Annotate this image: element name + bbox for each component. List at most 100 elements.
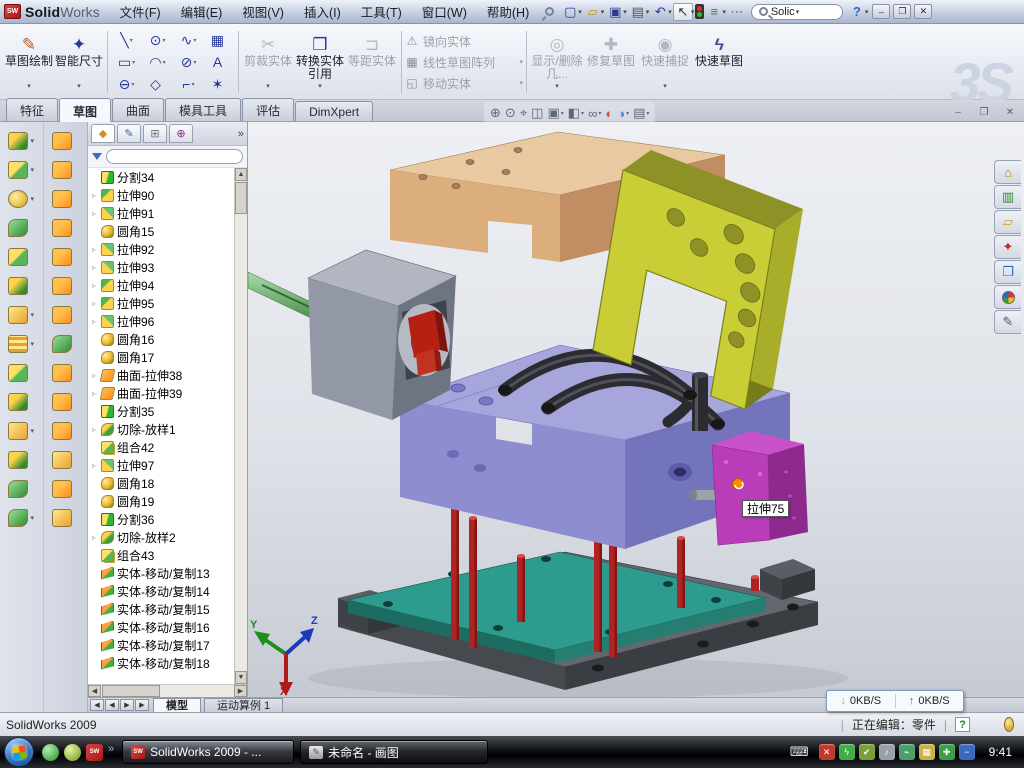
toolbar-button[interactable]: ▾	[52, 509, 78, 527]
model-slide-block[interactable]	[712, 431, 808, 545]
toolbar-button[interactable]: ▾	[52, 422, 78, 440]
expand-arrow-icon[interactable]: ▹	[90, 371, 98, 380]
sketch-entity-button[interactable]: ▦▾	[204, 29, 235, 51]
sketch-entity-button[interactable]: ⊘▾	[173, 51, 204, 73]
scene-icon[interactable]: ◑▾	[617, 106, 629, 121]
print-caret[interactable]: ▾	[646, 8, 650, 16]
expand-arrow-icon[interactable]: ▹	[90, 389, 98, 398]
tree-item[interactable]: ▹ 圆角18	[90, 474, 234, 492]
appearance-icon[interactable]: ◐	[605, 106, 613, 121]
sketch-entity-button[interactable]: ∿▾	[173, 29, 204, 51]
tree-item[interactable]: ▹ 分割36	[90, 510, 234, 528]
expand-arrow-icon[interactable]: ▹	[90, 281, 98, 290]
tree-item[interactable]: ▹ 实体-移动/复制16	[90, 618, 234, 636]
taskbar-window-solidworks[interactable]: SW SolidWorks 2009 - ...	[122, 740, 294, 764]
expand-arrow-icon[interactable]: ▹	[90, 317, 98, 326]
tree-item[interactable]: ▹ 圆角15	[90, 222, 234, 240]
expand-arrow-icon[interactable]: ▹	[90, 209, 98, 218]
tray-icon[interactable]: ⌁	[899, 744, 915, 760]
restore-button[interactable]: ❐	[893, 4, 911, 19]
quick-tips-icon[interactable]: ?	[955, 717, 970, 732]
options-caret[interactable]: ▾	[722, 8, 726, 16]
tray-icon[interactable]: ✕	[819, 744, 835, 760]
view-orientation-icon[interactable]: ▣▾	[547, 105, 563, 121]
menu-item[interactable]: 插入(I)	[302, 0, 343, 23]
print-icon[interactable]: ▤	[628, 3, 648, 21]
tree-item[interactable]: ▹ 切除-放样1	[90, 420, 234, 438]
nav-first-button[interactable]: ◀	[90, 699, 104, 711]
help-caret[interactable]: ▾	[865, 8, 869, 16]
expand-arrow-icon[interactable]: ▹	[90, 191, 98, 200]
tree-item[interactable]: ▹ 组合42	[90, 438, 234, 456]
toolbar-button[interactable]: ▾	[52, 364, 78, 382]
tool-caret[interactable]: ▾	[266, 82, 270, 90]
quick-launch-messenger-icon[interactable]	[42, 744, 59, 761]
expand-arrow-icon[interactable]: ▹	[90, 263, 98, 272]
undo-icon[interactable]: ↶	[650, 3, 670, 21]
zoom-fit-icon[interactable]: ⊕	[490, 105, 501, 121]
toolbar-button[interactable]: ▾	[8, 422, 34, 440]
toolbar-overflow-icon[interactable]: ⋯	[727, 3, 747, 21]
tree-item[interactable]: ▹ 实体-移动/复制18	[90, 654, 234, 672]
ribbon-tab[interactable]: 模具工具	[165, 98, 241, 121]
scrollbar-thumb[interactable]	[235, 182, 247, 214]
toolbox-icon[interactable]: ✦	[994, 235, 1021, 259]
pattern-tool-button[interactable]: ⚠ 镜向实体 ▾	[405, 31, 523, 51]
tray-icon[interactable]: −	[959, 744, 975, 760]
sketch-utility-button[interactable]: ◉ 快速捕捉 ▾	[638, 27, 692, 97]
dimxpert-manager-tab[interactable]: ⊕	[169, 124, 193, 143]
sketch-entity-button[interactable]: ⊖▾	[111, 73, 142, 95]
toolbar-button[interactable]: ▾	[8, 480, 34, 498]
close-button[interactable]: ✕	[914, 4, 932, 19]
annotation-view-icon[interactable]: ▤▾	[633, 105, 649, 121]
tray-icon[interactable]: ▦	[919, 744, 935, 760]
toolbar-button[interactable]: ▾	[52, 480, 78, 498]
entity-caret[interactable]: ▾	[130, 37, 133, 44]
tree-horizontal-scrollbar[interactable]: ◀ ▶	[88, 684, 247, 697]
menu-item[interactable]: 文件(F)	[118, 0, 163, 23]
menu-item[interactable]: 帮助(H)	[485, 0, 531, 23]
search-input[interactable]: Solic	[771, 6, 795, 18]
entity-caret[interactable]: ▾	[163, 59, 166, 66]
scroll-down-icon[interactable]: ▼	[235, 671, 247, 684]
view-palette-icon[interactable]: ❐	[994, 260, 1021, 284]
expand-arrow-icon[interactable]: ▹	[90, 461, 98, 470]
toolbar-button[interactable]: ▾	[8, 451, 34, 469]
document-tab[interactable]: 运动算例 1	[204, 698, 283, 712]
entity-caret[interactable]: ▾	[132, 59, 135, 66]
sketch-button[interactable]: ✎ 草图绘制 ▾	[4, 27, 54, 97]
entity-caret[interactable]: ▾	[131, 81, 134, 88]
scroll-right-icon[interactable]: ▶	[234, 685, 247, 697]
taskbar-clock[interactable]: 9:41	[989, 745, 1012, 759]
pattern-caret[interactable]: ▾	[519, 79, 523, 87]
taskbar-window-paint[interactable]: ✎ 未命名 - 画图	[300, 740, 488, 764]
tree-item[interactable]: ▹ 拉伸95	[90, 294, 234, 312]
pattern-tool-button[interactable]: ◱ 移动实体 ▾	[405, 73, 523, 93]
utility-caret[interactable]: ▾	[555, 82, 559, 90]
menu-item[interactable]: 编辑(E)	[179, 0, 225, 23]
save-icon[interactable]: ▣	[605, 3, 625, 21]
rotate-view-icon[interactable]: ⌖	[520, 105, 527, 121]
section-view-icon[interactable]: ◫	[531, 105, 543, 121]
sketch-entity-button[interactable]: ▭▾	[111, 51, 142, 73]
doc-restore-button[interactable]: ❐	[974, 104, 994, 120]
graphics-viewport[interactable]: Y Z X	[248, 122, 1024, 697]
undo-caret[interactable]: ▾	[668, 8, 672, 16]
select-caret[interactable]: ▾	[691, 8, 695, 16]
configuration-manager-tab[interactable]: ⊞	[143, 124, 167, 143]
open-icon[interactable]: ▱	[583, 3, 603, 21]
toolbar-caret[interactable]: ▾	[30, 195, 34, 203]
toolbar-button[interactable]: ▾	[52, 451, 78, 469]
toolbar-button[interactable]: ▾	[8, 132, 34, 150]
tree-item[interactable]: ▹ 实体-移动/复制15	[90, 600, 234, 618]
toolbar-button[interactable]: ▾	[8, 277, 34, 295]
sketch-utility-button[interactable]: ◎ 显示/删除几... ▾	[530, 27, 584, 97]
tree-item[interactable]: ▹ 曲面-拉伸38	[90, 366, 234, 384]
select-tool-icon[interactable]: ↖	[673, 3, 693, 21]
toolbar-button[interactable]: ▾	[8, 393, 34, 411]
appearances-icon[interactable]	[994, 285, 1021, 309]
open-caret[interactable]: ▾	[601, 8, 605, 16]
sketch-entity-button[interactable]: ◠▾	[142, 51, 173, 73]
start-button[interactable]	[4, 737, 34, 767]
sketch-utility-button[interactable]: ϟ 快速草图 ▾	[692, 27, 746, 97]
